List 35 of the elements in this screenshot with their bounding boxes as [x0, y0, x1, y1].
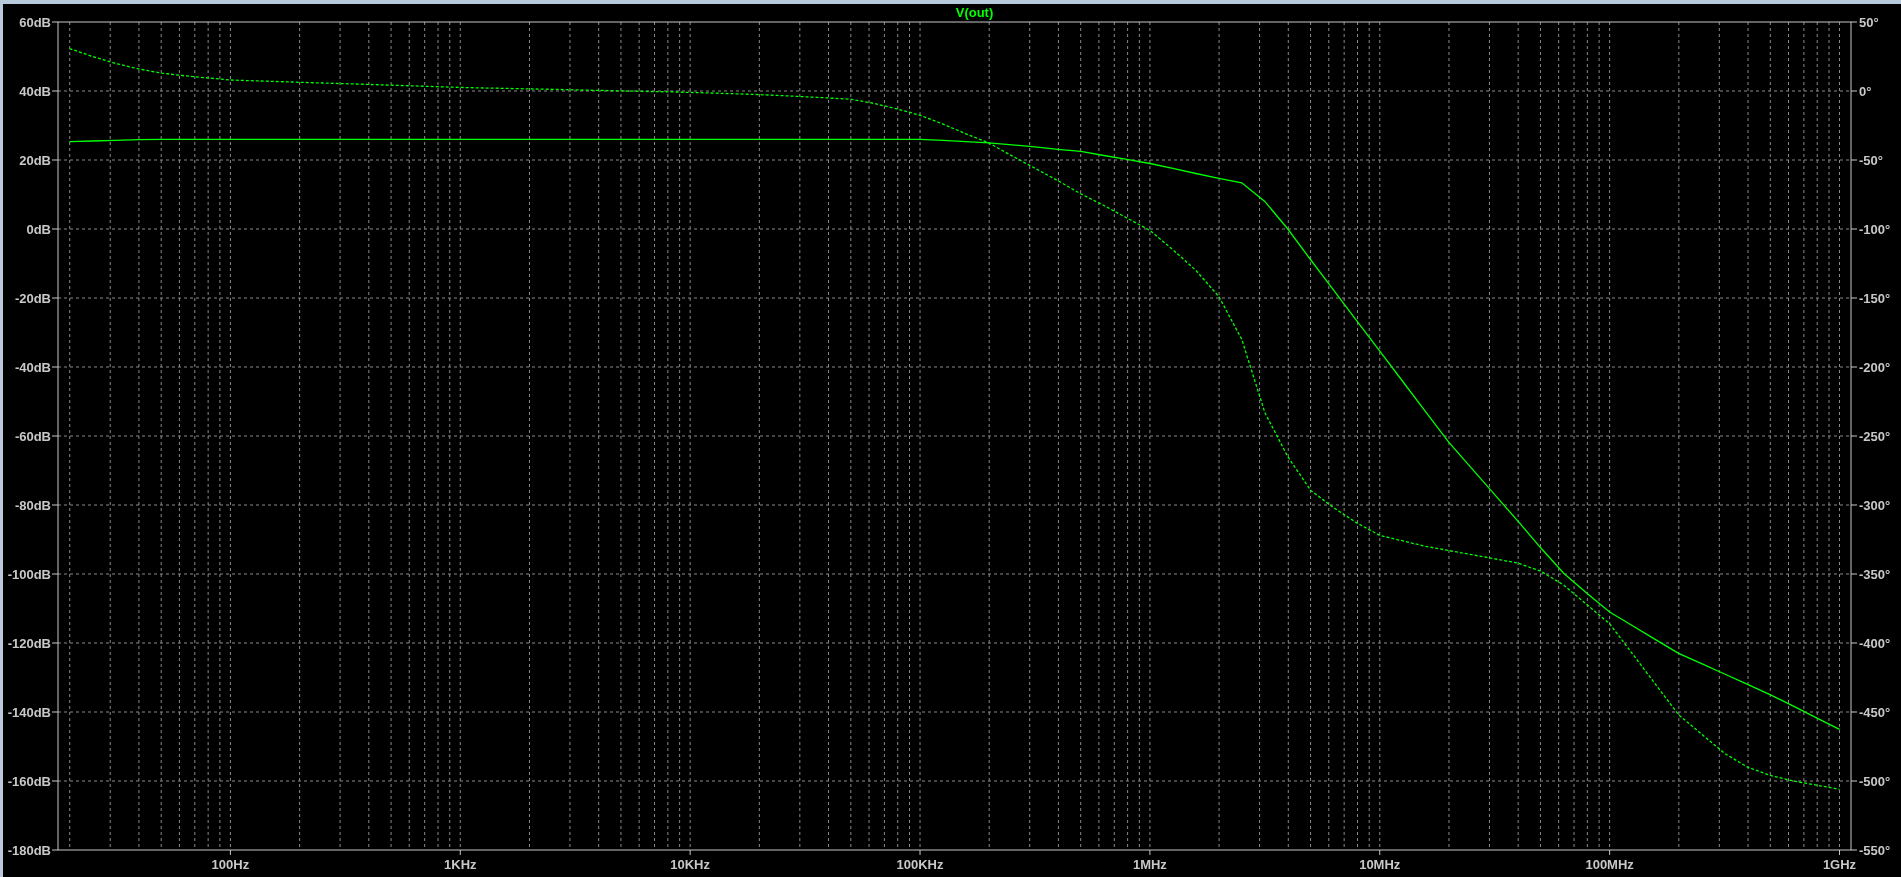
axis-tick-label: 100Hz — [211, 857, 250, 872]
axis-tick-label: -140dB — [7, 705, 51, 720]
axis-tick-label: 10MHz — [1359, 857, 1401, 872]
axis-tick-label: 0° — [1859, 84, 1872, 99]
axis-tick-label: 60dB — [19, 15, 51, 30]
axis-tick-label: 0dB — [26, 222, 51, 237]
trace-label: V(out) — [955, 5, 994, 20]
axis-tick-label: 40dB — [19, 84, 51, 99]
axis-tick-label: -300° — [1859, 498, 1891, 513]
axis-tick-label: -50° — [1859, 153, 1883, 168]
axis-tick-label: 1KHz — [444, 857, 477, 872]
axis-tick-label: -400° — [1859, 636, 1891, 651]
axis-tick-label: -40dB — [14, 360, 51, 375]
axis-tick-label: 1MHz — [1132, 857, 1167, 872]
axis-tick-label: -60dB — [14, 429, 51, 444]
axis-tick-label: 20dB — [19, 153, 51, 168]
axis-tick-label: -180dB — [7, 843, 51, 858]
axis-tick-label: -250° — [1859, 429, 1891, 444]
axis-tick-label: -550° — [1859, 843, 1891, 858]
axis-tick-label: -20dB — [14, 291, 51, 306]
axis-tick-label: -120dB — [7, 636, 51, 651]
axis-tick-label: 100KHz — [896, 857, 944, 872]
axis-tick-label: -500° — [1859, 774, 1891, 789]
axis-tick-label: -200° — [1859, 360, 1891, 375]
axis-tick-label: -350° — [1859, 567, 1891, 582]
axis-tick-label: -100° — [1859, 222, 1891, 237]
axis-tick-label: 1GHz — [1822, 857, 1857, 872]
axis-tick-label: 10KHz — [670, 857, 710, 872]
axis-tick-label: -100dB — [7, 567, 51, 582]
axis-tick-label: -150° — [1859, 291, 1891, 306]
axis-tick-label: -80dB — [14, 498, 51, 513]
axis-tick-label: -160dB — [7, 774, 51, 789]
axis-tick-label: 50° — [1859, 15, 1879, 30]
axis-tick-label: -450° — [1859, 705, 1891, 720]
axis-tick-label: 100MHz — [1585, 857, 1634, 872]
